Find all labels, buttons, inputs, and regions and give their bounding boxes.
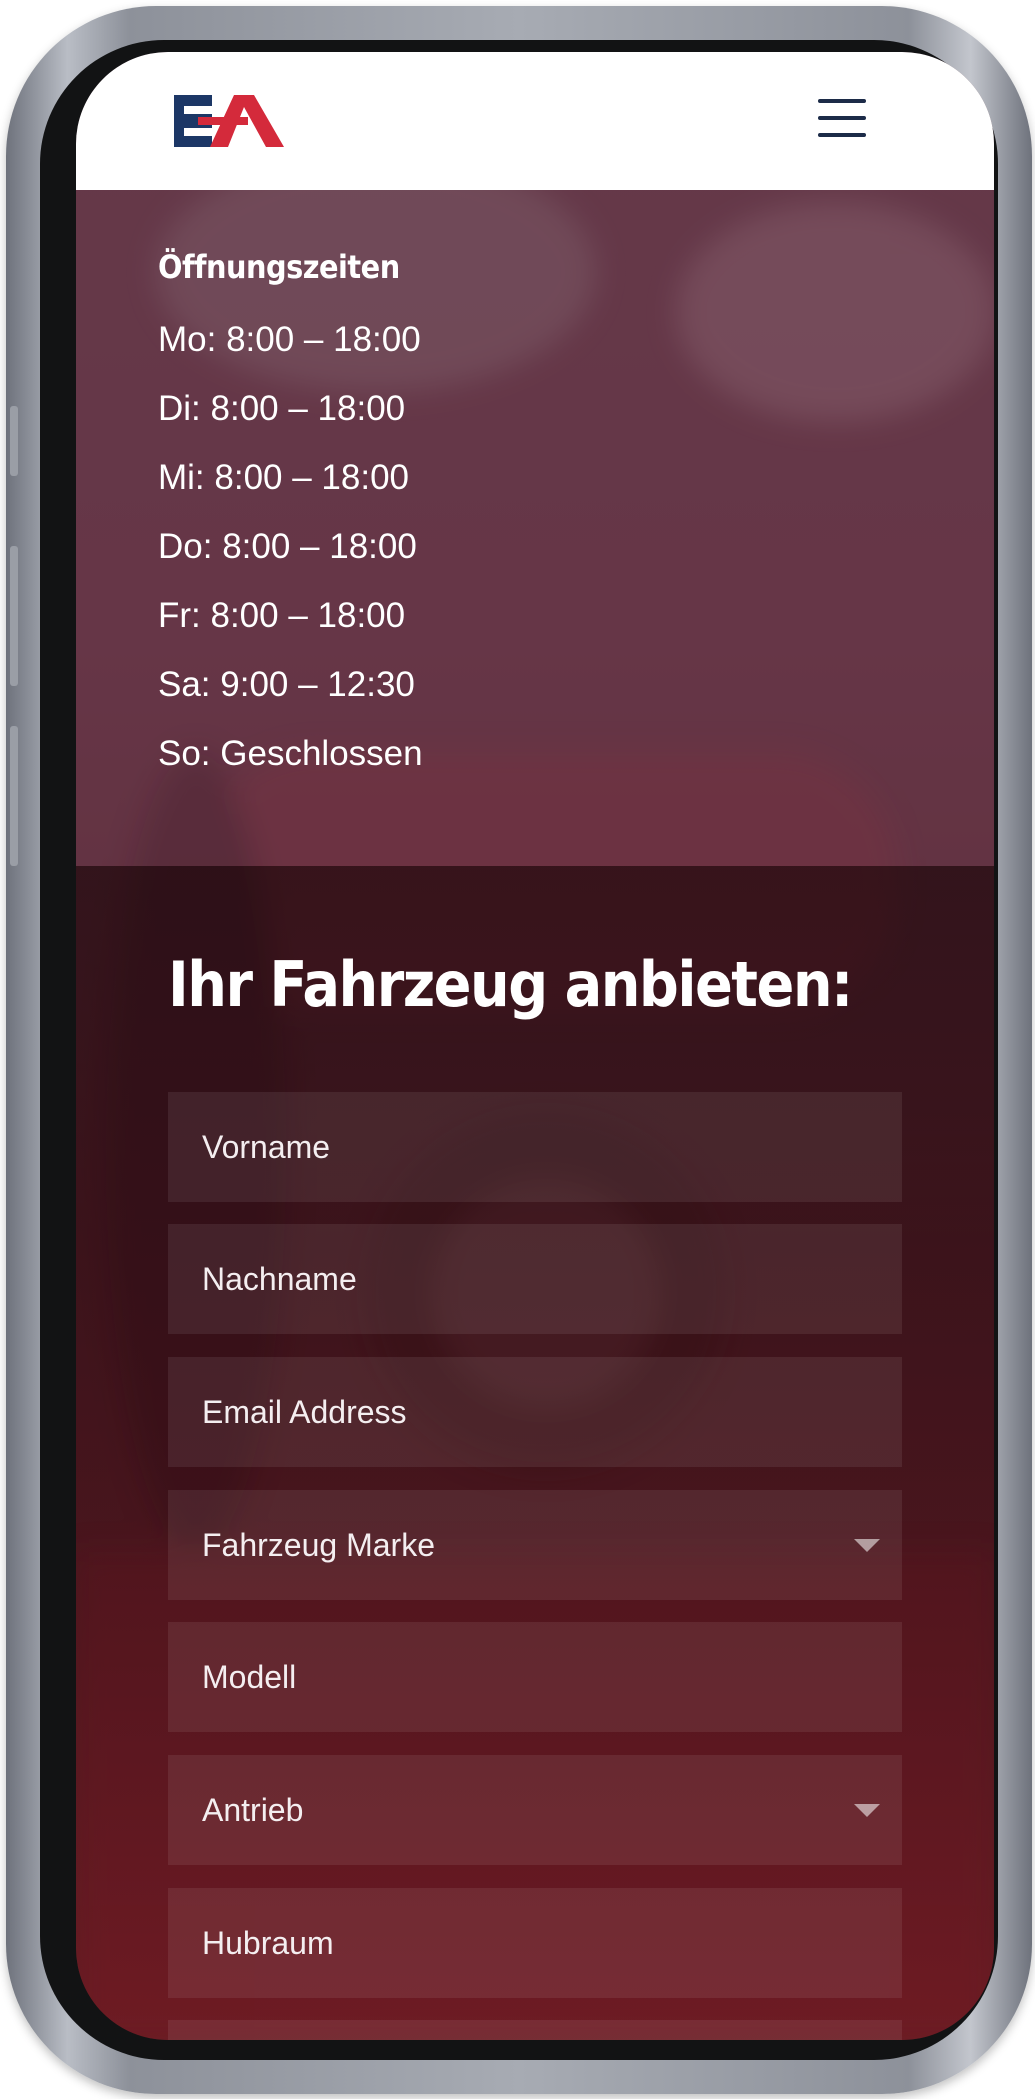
next-form-field[interactable] [168,2020,902,2040]
hamburger-menu-icon[interactable] [818,99,868,139]
last-name-field[interactable]: Nachname [168,1224,902,1334]
phone-side-button [10,406,18,476]
displacement-placeholder: Hubraum [202,1925,334,1961]
last-name-placeholder: Nachname [202,1261,357,1297]
first-name-placeholder: Vorname [202,1129,331,1165]
email-field[interactable]: Email Address [168,1357,902,1467]
phone-volume-up-button [10,546,18,686]
site-header [76,52,994,190]
hours-item-wednesday: Mi: 8:00 – 18:00 [158,458,409,497]
hours-item-tuesday: Di: 8:00 – 18:00 [158,389,406,428]
email-placeholder: Email Address [202,1394,407,1430]
model-placeholder: Modell [202,1659,297,1695]
hours-item-friday: Fr: 8:00 – 18:00 [158,596,406,635]
opening-hours-list: Mo: 8:00 – 18:00 Di: 8:00 – 18:00 Mi: 8:… [158,318,423,801]
opening-hours-title: Öffnungszeiten [158,248,400,286]
hours-item-monday: Mo: 8:00 – 18:00 [158,320,421,359]
drive-type-select[interactable]: Antrieb [168,1755,902,1865]
hours-item-sunday: So: Geschlossen [158,734,423,773]
chevron-down-icon [854,1539,880,1552]
hours-item-thursday: Do: 8:00 – 18:00 [158,527,417,566]
model-field[interactable]: Modell [168,1622,902,1732]
vehicle-offer-form: Ihr Fahrzeug anbieten: Vorname Nachname … [76,866,994,2040]
chevron-down-icon [854,1804,880,1817]
brand-logo[interactable] [174,95,284,147]
vehicle-brand-placeholder: Fahrzeug Marke [202,1527,435,1563]
phone-volume-down-button [10,726,18,866]
opening-hours-section: Öffnungszeiten Mo: 8:00 – 18:00 Di: 8:00… [76,190,994,866]
first-name-field[interactable]: Vorname [168,1092,902,1202]
hours-item-saturday: Sa: 9:00 – 12:30 [158,665,415,704]
displacement-field[interactable]: Hubraum [168,1888,902,1998]
form-title: Ihr Fahrzeug anbieten: [168,948,853,1021]
drive-type-placeholder: Antrieb [202,1792,304,1828]
vehicle-brand-select[interactable]: Fahrzeug Marke [168,1490,902,1600]
phone-screen: Öffnungszeiten Mo: 8:00 – 18:00 Di: 8:00… [76,52,994,2040]
